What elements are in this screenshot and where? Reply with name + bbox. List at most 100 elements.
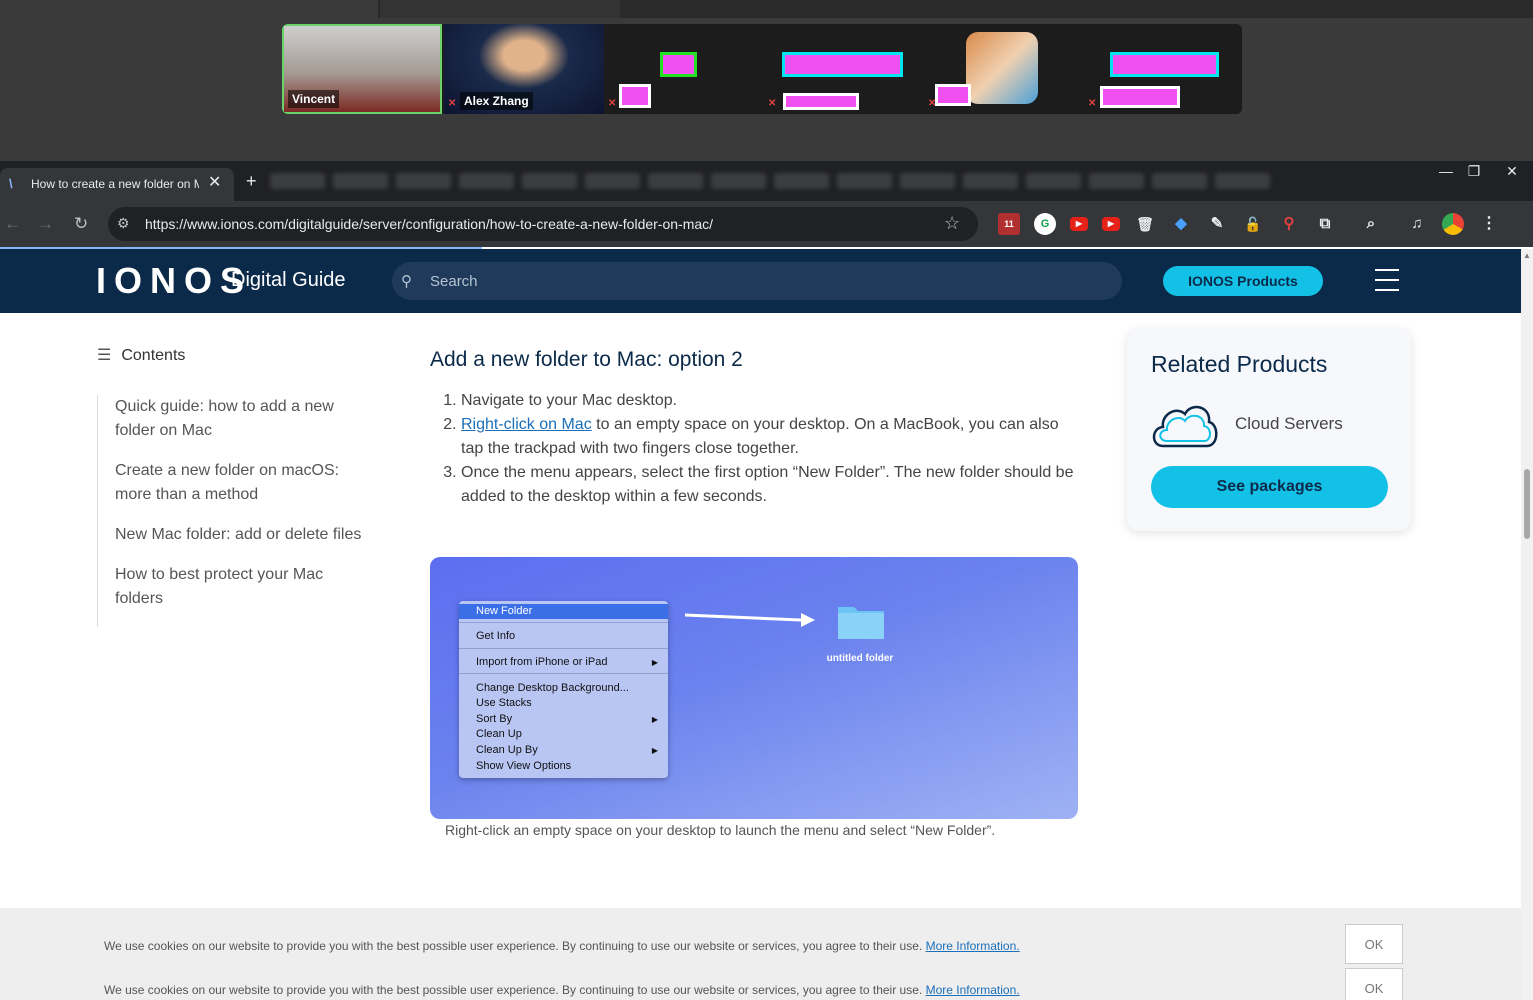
- media-control-icon[interactable]: ♫: [1406, 213, 1428, 235]
- page-scrollbar[interactable]: ▲: [1521, 249, 1533, 1000]
- participant-tile-vincent[interactable]: Vincent: [282, 24, 442, 114]
- participant-tile[interactable]: ✕: [924, 24, 1084, 114]
- scroll-up-icon[interactable]: ▲: [1523, 251, 1531, 260]
- cookie-text-row: We use cookies on our website to provide…: [104, 983, 1020, 997]
- toc-item[interactable]: New Mac folder: add or delete files: [98, 523, 367, 547]
- related-products-title: Related Products: [1151, 351, 1328, 377]
- tab[interactable]: [1026, 173, 1081, 189]
- more-information-link[interactable]: More Information.: [926, 939, 1020, 953]
- ionos-logo[interactable]: IONOS: [96, 263, 252, 299]
- meeting-tab[interactable]: [0, 0, 378, 18]
- redacted-name: [782, 52, 903, 77]
- menu-item: Change Desktop Background...: [476, 682, 629, 694]
- tab[interactable]: [333, 173, 388, 189]
- menu-item-label: Sort By: [476, 713, 513, 725]
- participant-tile[interactable]: ✕: [604, 24, 764, 114]
- article-body: Add a new folder to Mac: option 2 Naviga…: [430, 345, 1080, 509]
- participant-tile[interactable]: ✕: [764, 24, 924, 114]
- tab[interactable]: [963, 173, 1018, 189]
- youtube-icon[interactable]: ▶: [1070, 217, 1088, 231]
- extension-badge-icon[interactable]: 11: [998, 213, 1020, 235]
- forward-icon[interactable]: →: [37, 214, 54, 234]
- address-bar[interactable]: ⚙ https://www.ionos.com/digitalguide/ser…: [108, 207, 978, 241]
- tab[interactable]: [270, 173, 325, 189]
- meeting-tab[interactable]: [380, 0, 620, 18]
- tab[interactable]: [900, 173, 955, 189]
- reload-icon[interactable]: ↻: [74, 214, 88, 234]
- tab[interactable]: [774, 173, 829, 189]
- more-information-link[interactable]: More Information.: [926, 983, 1020, 997]
- menu-item: New Folder: [459, 604, 668, 619]
- site-info-icon[interactable]: ⚙: [117, 215, 130, 232]
- tab[interactable]: [1152, 173, 1207, 189]
- new-tab-button[interactable]: +: [246, 171, 257, 191]
- see-packages-button[interactable]: See packages: [1151, 466, 1388, 508]
- tab[interactable]: [396, 173, 451, 189]
- mic-muted-icon: ✕: [1088, 98, 1097, 109]
- ionos-favicon-icon: \: [9, 176, 13, 191]
- close-window-icon[interactable]: ✕: [1494, 161, 1530, 183]
- tab[interactable]: [711, 173, 766, 189]
- back-icon[interactable]: ←: [4, 214, 21, 234]
- redacted-name: [660, 52, 697, 77]
- tab[interactable]: [522, 173, 577, 189]
- menu-divider: [459, 622, 668, 623]
- bookmark-star-icon[interactable]: ☆: [944, 213, 960, 234]
- menu-item: Show View Options: [476, 760, 572, 772]
- trash-icon[interactable]: 🗑: [1134, 213, 1156, 235]
- toc-item[interactable]: Create a new folder on macOS: more than …: [98, 459, 367, 507]
- mic-muted-icon: ✕: [448, 98, 457, 109]
- chrome-profile-icon[interactable]: [1442, 213, 1464, 235]
- ionos-products-button[interactable]: IONOS Products: [1163, 266, 1323, 296]
- video-call-panel: Vincent Alex Zhang ✕ ✕ ✕ ✕ ✕: [0, 0, 1533, 161]
- puzzle-extensions-icon[interactable]: ⧉: [1314, 213, 1336, 235]
- redacted-name: [1100, 86, 1180, 108]
- tab[interactable]: [1215, 173, 1270, 189]
- search-extension-icon[interactable]: ⚲: [1278, 213, 1300, 235]
- lock-extension-icon[interactable]: 🔓: [1242, 213, 1264, 235]
- scroll-thumb[interactable]: [1524, 469, 1530, 539]
- more-menu-icon[interactable]: ⋮: [1478, 213, 1500, 235]
- participant-tile[interactable]: ✕: [1084, 24, 1242, 114]
- participant-tile-alex-zhang[interactable]: Alex Zhang ✕: [444, 24, 604, 114]
- mic-muted-icon: ✕: [768, 98, 777, 109]
- tab[interactable]: [585, 173, 640, 189]
- page-search-icon[interactable]: ⌕: [1360, 213, 1382, 235]
- menu-item: Clean Up By ▶: [459, 743, 668, 758]
- context-menu-illustration: New Folder Get Info Import from iPhone o…: [459, 601, 668, 778]
- restore-icon[interactable]: ❐: [1456, 161, 1492, 183]
- search-bar[interactable]: ⚲: [392, 262, 1122, 300]
- menu-item-label: Import from iPhone or iPad: [476, 656, 608, 668]
- toc-item[interactable]: How to best protect your Mac folders: [98, 563, 367, 611]
- menu-item: Get Info: [476, 630, 516, 642]
- tab-close-icon[interactable]: ✕: [208, 174, 221, 192]
- shield-extension-icon[interactable]: ◆: [1170, 213, 1192, 235]
- youtube-alt-icon[interactable]: ▶: [1102, 217, 1120, 231]
- contents-heading[interactable]: ☰ Contents: [97, 345, 185, 365]
- right-click-link[interactable]: Right-click on Mac: [461, 416, 592, 433]
- tab[interactable]: [459, 173, 514, 189]
- search-icon: ⚲: [401, 273, 412, 290]
- url-text[interactable]: https://www.ionos.com/digitalguide/serve…: [145, 216, 713, 232]
- cloud-icon: [1152, 405, 1218, 448]
- cloud-servers-link[interactable]: Cloud Servers: [1235, 414, 1343, 434]
- step-text: Once the menu appears, select the first …: [461, 464, 1074, 505]
- search-input[interactable]: [430, 262, 1110, 300]
- mic-muted-icon: ✕: [928, 98, 937, 109]
- eyedropper-icon[interactable]: ✎: [1206, 213, 1228, 235]
- image-caption: Right-click an empty space on your deskt…: [445, 822, 996, 838]
- cookie-ok-button[interactable]: OK: [1345, 968, 1403, 1000]
- extensions-bar: 11 G ▶ ▶ 🗑 ◆ ✎ 🔓 ⚲ ⧉ ⌕ ♫ ⋮: [998, 213, 1500, 235]
- tab[interactable]: [837, 173, 892, 189]
- tab[interactable]: [1089, 173, 1144, 189]
- tab[interactable]: [648, 173, 703, 189]
- menu-divider: [459, 673, 668, 674]
- cookie-ok-button[interactable]: OK: [1345, 924, 1403, 964]
- hamburger-menu-icon[interactable]: [1375, 269, 1399, 291]
- tab-active[interactable]: \ How to create a new folder on Mac ✕: [0, 168, 234, 201]
- grammarly-icon[interactable]: G: [1034, 213, 1056, 235]
- toc-item[interactable]: Quick guide: how to add a new folder on …: [98, 395, 367, 443]
- digital-guide-label[interactable]: Digital Guide: [231, 269, 346, 292]
- arrow-icon: [685, 613, 815, 627]
- site-header: IONOS Digital Guide ⚲ IONOS Products: [0, 249, 1521, 313]
